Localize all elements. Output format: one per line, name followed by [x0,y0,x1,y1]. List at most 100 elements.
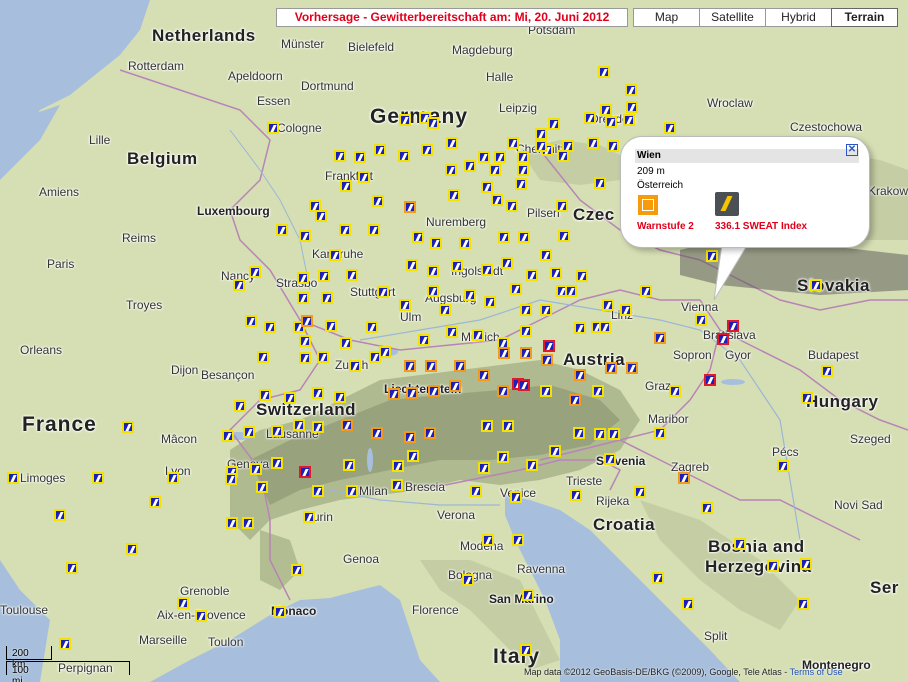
thunderstorm-marker[interactable] [502,420,514,432]
thunderstorm-marker[interactable] [512,534,524,546]
thunderstorm-marker[interactable] [501,257,513,269]
thunderstorm-marker[interactable] [594,177,606,189]
thunderstorm-marker[interactable] [517,164,529,176]
thunderstorm-marker[interactable] [510,283,522,295]
thunderstorm-marker[interactable] [346,485,358,497]
thunderstorm-marker[interactable] [257,351,269,363]
thunderstorm-marker[interactable] [623,114,635,126]
thunderstorm-marker[interactable] [518,231,530,243]
thunderstorm-marker[interactable] [329,249,341,261]
thunderstorm-marker[interactable] [587,137,599,149]
thunderstorm-marker[interactable] [297,292,309,304]
thunderstorm-marker[interactable] [317,351,329,363]
thunderstorm-marker[interactable] [149,496,161,508]
thunderstorm-marker[interactable] [472,329,484,341]
thunderstorm-marker[interactable] [478,462,490,474]
thunderstorm-marker[interactable] [478,369,490,381]
thunderstorm-marker[interactable] [412,231,424,243]
map-type-map-button[interactable]: Map [633,8,700,27]
thunderstorm-marker[interactable] [498,347,510,359]
thunderstorm-marker[interactable] [517,151,529,163]
thunderstorm-marker[interactable] [800,558,812,570]
thunderstorm-marker[interactable] [620,304,632,316]
thunderstorm-marker[interactable] [481,420,493,432]
thunderstorm-marker[interactable] [398,150,410,162]
thunderstorm-marker[interactable] [634,486,646,498]
thunderstorm-marker[interactable] [608,428,620,440]
thunderstorm-marker[interactable] [404,201,416,213]
thunderstorm-marker[interactable] [399,299,411,311]
thunderstorm-marker[interactable] [343,459,355,471]
thunderstorm-marker[interactable] [470,485,482,497]
map-type-terrain-button[interactable]: Terrain [831,8,898,27]
thunderstorm-marker[interactable] [565,285,577,297]
thunderstorm-marker[interactable] [299,466,311,478]
thunderstorm-marker[interactable] [349,360,361,372]
thunderstorm-marker[interactable] [682,598,694,610]
thunderstorm-marker[interactable] [558,230,570,242]
thunderstorm-marker[interactable] [574,322,586,334]
thunderstorm-marker[interactable] [491,194,503,206]
thunderstorm-marker[interactable] [462,574,474,586]
thunderstorm-marker[interactable] [556,200,568,212]
thunderstorm-marker[interactable] [271,457,283,469]
thunderstorm-marker[interactable] [234,400,246,412]
thunderstorm-marker[interactable] [570,489,582,501]
thunderstorm-marker[interactable] [439,304,451,316]
close-icon[interactable]: ✕ [846,144,858,156]
thunderstorm-marker[interactable] [625,84,637,96]
thunderstorm-marker[interactable] [446,326,458,338]
thunderstorm-marker[interactable] [535,128,547,140]
thunderstorm-marker[interactable] [406,259,418,271]
thunderstorm-marker[interactable] [669,385,681,397]
thunderstorm-marker[interactable] [54,509,66,521]
thunderstorm-marker[interactable] [372,195,384,207]
thunderstorm-marker[interactable] [334,391,346,403]
thunderstorm-marker[interactable] [797,598,809,610]
thunderstorm-marker[interactable] [366,321,378,333]
thunderstorm-marker[interactable] [464,289,476,301]
thunderstorm-marker[interactable] [391,479,403,491]
thunderstorm-marker[interactable] [541,354,553,366]
thunderstorm-marker[interactable] [318,270,330,282]
thunderstorm-marker[interactable] [122,421,134,433]
thunderstorm-marker[interactable] [374,144,386,156]
thunderstorm-marker[interactable] [428,385,440,397]
thunderstorm-marker[interactable] [518,379,530,391]
thunderstorm-marker[interactable] [271,425,283,437]
thunderstorm-marker[interactable] [371,427,383,439]
thunderstorm-marker[interactable] [7,472,19,484]
thunderstorm-marker[interactable] [245,315,257,327]
thunderstorm-marker[interactable] [573,427,585,439]
thunderstorm-marker[interactable] [497,451,509,463]
thunderstorm-marker[interactable] [126,543,138,555]
thunderstorm-marker[interactable] [602,299,614,311]
thunderstorm-marker[interactable] [695,314,707,326]
thunderstorm-marker[interactable] [250,463,262,475]
thunderstorm-marker[interactable] [821,365,833,377]
thunderstorm-marker[interactable] [704,374,716,386]
thunderstorm-marker[interactable] [242,517,254,529]
thunderstorm-marker[interactable] [297,272,309,284]
thunderstorm-marker[interactable] [584,112,596,124]
thunderstorm-marker[interactable] [454,360,466,372]
thunderstorm-marker[interactable] [507,137,519,149]
thunderstorm-marker[interactable] [734,538,746,550]
thunderstorm-marker[interactable] [368,224,380,236]
thunderstorm-marker[interactable] [607,140,619,152]
thunderstorm-marker[interactable] [299,352,311,364]
thunderstorm-marker[interactable] [425,360,437,372]
thunderstorm-marker[interactable] [291,564,303,576]
thunderstorm-marker[interactable] [334,150,346,162]
thunderstorm-marker[interactable] [562,140,574,152]
thunderstorm-marker[interactable] [654,427,666,439]
map-type-satellite-button[interactable]: Satellite [699,8,766,27]
thunderstorm-marker[interactable] [810,279,822,291]
thunderstorm-marker[interactable] [520,347,532,359]
thunderstorm-marker[interactable] [451,260,463,272]
thunderstorm-marker[interactable] [404,431,416,443]
thunderstorm-marker[interactable] [407,450,419,462]
thunderstorm-marker[interactable] [66,562,78,574]
thunderstorm-marker[interactable] [418,334,430,346]
thunderstorm-marker[interactable] [448,189,460,201]
